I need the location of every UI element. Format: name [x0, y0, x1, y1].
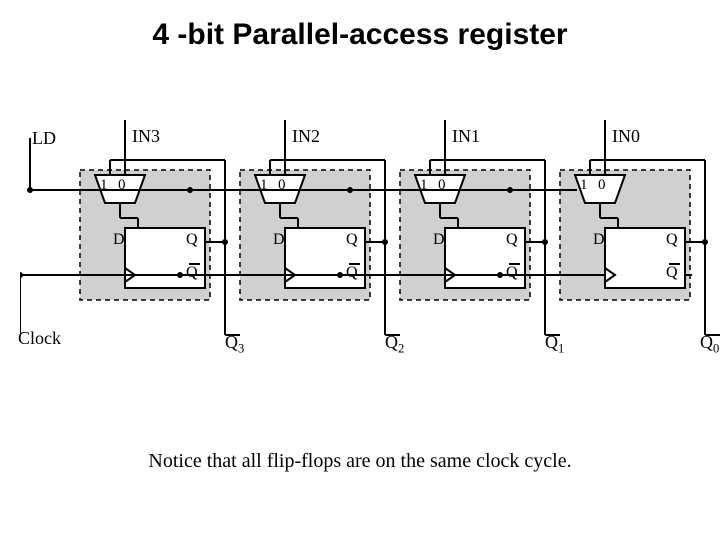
ff-qbar: Q: [506, 264, 518, 282]
in0-label: IN0: [612, 126, 640, 147]
mux-zero: 0: [598, 177, 606, 194]
page-title: 4 -bit Parallel-access register: [0, 18, 720, 52]
ff-q: Q: [346, 231, 358, 249]
mux-zero: 0: [438, 177, 446, 194]
clock-label: Clock: [18, 328, 61, 349]
q1-label: Q1: [545, 332, 564, 357]
q3-label: Q3: [225, 332, 244, 357]
ff-qbar: Q: [346, 264, 358, 282]
ff-d: D: [593, 231, 605, 249]
in2-label: IN2: [292, 126, 320, 147]
ff-q: Q: [666, 231, 678, 249]
ff-qbar: Q: [186, 264, 198, 282]
mux-zero: 0: [118, 177, 126, 194]
ff-d: D: [273, 231, 285, 249]
in1-label: IN1: [452, 126, 480, 147]
q0-label: Q0: [700, 332, 719, 357]
in3-label: IN3: [132, 126, 160, 147]
ld-label: LD: [32, 128, 56, 149]
ff-d: D: [113, 231, 125, 249]
mux-zero: 0: [278, 177, 286, 194]
q2-label: Q2: [385, 332, 404, 357]
ff-d: D: [433, 231, 445, 249]
ff-qbar: Q: [666, 264, 678, 282]
ff-q: Q: [506, 231, 518, 249]
ff-q: Q: [186, 231, 198, 249]
mux-one: 1: [420, 177, 428, 194]
register-diagram: [20, 120, 720, 380]
mux-one: 1: [580, 177, 588, 194]
caption-note: Notice that all flip-flops are on the sa…: [0, 450, 720, 473]
mux-one: 1: [100, 177, 108, 194]
mux-one: 1: [260, 177, 268, 194]
